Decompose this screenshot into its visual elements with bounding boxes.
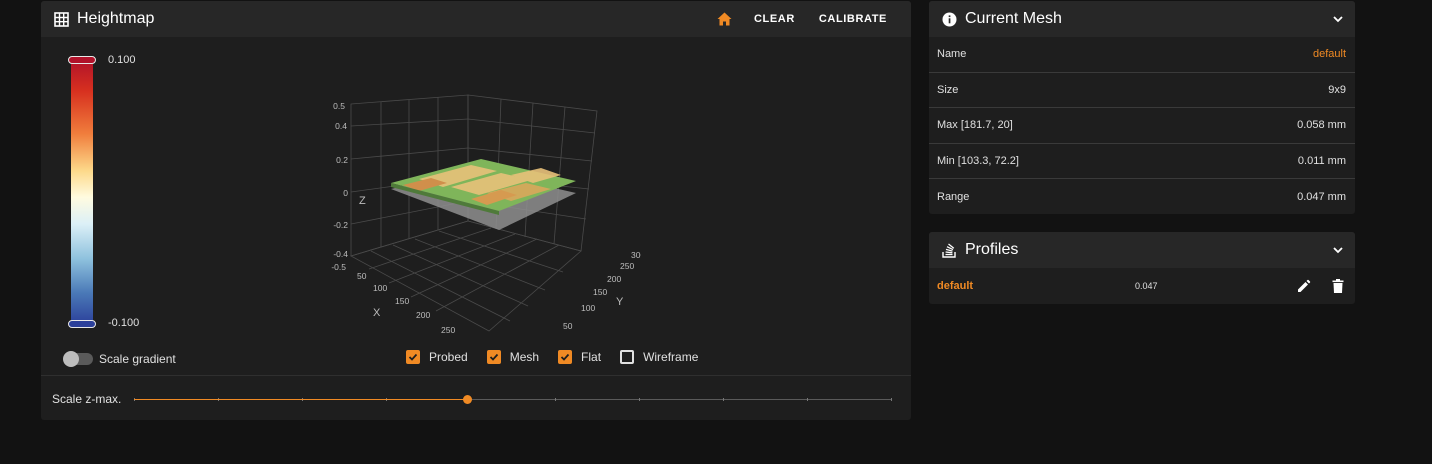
calibrate-button[interactable]: CALIBRATE — [807, 13, 899, 25]
heightmap-header: Heightmap CLEAR CALIBRATE — [41, 1, 911, 37]
wireframe-checkbox[interactable]: Wireframe — [620, 350, 698, 364]
profile-row[interactable]: default 0.047 — [929, 268, 1355, 304]
current-mesh-card: Current Mesh Name default Size 9x9 Max [… — [929, 1, 1355, 214]
profiles-header[interactable]: Profiles — [929, 232, 1355, 268]
scale-zmax-label: Scale z-max. — [52, 392, 122, 406]
mesh-row-value: 9x9 — [1328, 83, 1346, 96]
gradient-min-handle[interactable] — [68, 320, 96, 328]
edit-profile-button[interactable] — [1296, 278, 1312, 294]
grid-icon — [53, 11, 69, 27]
clear-button[interactable]: CLEAR — [742, 13, 807, 25]
mesh-row-label: Size — [937, 83, 959, 96]
wireframe-label: Wireframe — [643, 350, 699, 364]
scale-gradient-label: Scale gradient — [99, 352, 176, 366]
y-tick-200: 200 — [607, 274, 621, 284]
delete-profile-button[interactable] — [1330, 278, 1346, 294]
mesh-label: Mesh — [509, 350, 540, 364]
toggle-track[interactable] — [63, 351, 93, 367]
profiles-title: Profiles — [965, 241, 1019, 258]
heightmap-3d-plot[interactable]: 0.5 0.4 0.2 0 -0.2 -0.4 -0.5 Z 50 100 15… — [311, 91, 641, 341]
toggle-knob[interactable] — [63, 351, 79, 367]
checkbox-unchecked-icon[interactable] — [620, 350, 635, 364]
heightmap-card: Heightmap CLEAR CALIBRATE 0.100 -0.100 0… — [41, 1, 911, 420]
info-icon — [941, 11, 957, 27]
chevron-down-icon[interactable] — [1333, 246, 1343, 254]
z-tick-0: 0 — [343, 188, 348, 198]
mesh-row-value: default — [1312, 48, 1346, 61]
chevron-down-icon[interactable] — [1333, 15, 1343, 23]
mesh-checkbox[interactable]: Mesh — [486, 350, 540, 364]
z-tick-neg-0-5: -0.5 — [331, 262, 346, 272]
y-axis-label: Y — [616, 296, 624, 308]
mesh-row-label: Range — [937, 190, 970, 203]
scale-zmax-slider-thumb[interactable] — [463, 395, 473, 404]
plot-options: Probed Mesh Flat Wireframe — [406, 350, 698, 364]
home-button[interactable] — [707, 12, 742, 26]
x-tick-50: 50 — [357, 271, 367, 281]
mesh-row-range: Range 0.047 mm — [929, 179, 1355, 214]
trash-icon — [1332, 279, 1344, 293]
mesh-row-label: Max [181.7, 20] — [937, 119, 1013, 132]
scale-zmax-slider-fill — [134, 399, 468, 400]
x-tick-200: 200 — [416, 310, 430, 320]
checkbox-checked-icon[interactable] — [558, 350, 573, 364]
current-mesh-table: Name default Size 9x9 Max [181.7, 20] 0.… — [929, 37, 1355, 214]
y-tick-100: 100 — [581, 303, 595, 313]
mesh-row-value: 0.058 mm — [1297, 119, 1346, 132]
pencil-icon — [1297, 279, 1311, 293]
flat-checkbox[interactable]: Flat — [558, 350, 601, 364]
scale-gradient-toggle[interactable]: Scale gradient — [63, 351, 176, 367]
gradient-max-handle[interactable] — [68, 56, 96, 64]
z-tick-0-5: 0.5 — [333, 101, 345, 111]
z-tick-neg-0-4: -0.4 — [333, 249, 348, 259]
x-tick-150: 150 — [395, 296, 409, 306]
home-icon — [717, 12, 732, 26]
mesh-row-size: Size 9x9 — [929, 73, 1355, 108]
x-tick-250: 250 — [441, 325, 455, 335]
heightmap-title: Heightmap — [77, 10, 155, 27]
profile-range: 0.047 — [1135, 281, 1158, 291]
mesh-row-value: 0.011 mm — [1297, 154, 1346, 167]
flat-label: Flat — [581, 350, 602, 364]
y-tick-150: 150 — [593, 287, 607, 297]
profiles-card: Profiles default 0.047 — [929, 232, 1355, 304]
x-axis-label: X — [373, 307, 381, 319]
divider — [41, 375, 911, 376]
gradient-max-label: 0.100 — [108, 54, 136, 66]
mesh-row-min: Min [103.3, 72.2] 0.011 mm — [929, 144, 1355, 179]
z-tick-0-4: 0.4 — [335, 121, 347, 131]
x-tick-100: 100 — [373, 283, 387, 293]
y-tick-50: 50 — [563, 321, 573, 331]
checkbox-checked-icon[interactable] — [406, 350, 420, 364]
mesh-row-max: Max [181.7, 20] 0.058 mm — [929, 108, 1355, 144]
checkbox-checked-icon[interactable] — [486, 350, 501, 364]
z-tick-0-2: 0.2 — [336, 155, 348, 165]
probed-checkbox[interactable]: Probed — [406, 350, 468, 364]
z-tick-neg-0-2: -0.2 — [333, 220, 348, 230]
mesh-row-label: Name — [937, 48, 967, 61]
profile-name[interactable]: default — [937, 280, 973, 292]
mesh-row-name: Name default — [929, 37, 1355, 73]
current-mesh-header[interactable]: Current Mesh — [929, 1, 1355, 37]
probed-label: Probed — [429, 350, 468, 364]
mesh-row-label: Min [103.3, 72.2] — [937, 154, 1019, 167]
gradient-min-label: -0.100 — [108, 317, 140, 329]
y-tick-300: 300 — [631, 250, 641, 260]
z-axis-label: Z — [359, 195, 366, 207]
stack-icon — [941, 242, 957, 258]
mesh-row-value: 0.047 mm — [1297, 190, 1346, 203]
color-gradient-bar — [68, 56, 96, 328]
y-tick-250: 250 — [620, 261, 634, 271]
current-mesh-title: Current Mesh — [965, 10, 1062, 27]
